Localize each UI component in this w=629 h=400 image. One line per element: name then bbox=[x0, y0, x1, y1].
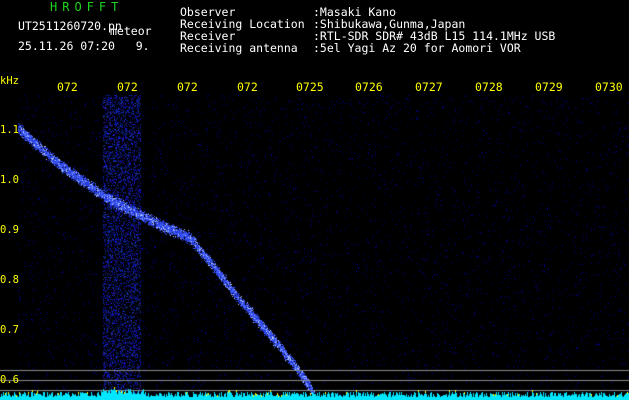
y-tick-label: 0.6 bbox=[0, 374, 19, 386]
spectrogram-canvas bbox=[0, 0, 629, 400]
x-tick-label: 0726 bbox=[355, 80, 383, 94]
y-tick-label: 0.8 bbox=[0, 274, 19, 286]
x-tick-label: 072 bbox=[57, 80, 78, 94]
y-tick-label: 0.9 bbox=[0, 224, 19, 236]
y-axis-unit: kHz bbox=[0, 75, 19, 87]
x-tick-label: 0729 bbox=[535, 80, 563, 94]
y-tick-label: 0.7 bbox=[0, 324, 19, 336]
date-time: 25.11.26 07:20 9. bbox=[18, 39, 150, 53]
info-labels: Observer Receiving Location Receiver Rec… bbox=[180, 5, 305, 55]
y-tick-label: 1.0 bbox=[0, 174, 19, 186]
x-tick-label: 0730 bbox=[595, 80, 623, 94]
x-tick-label: 072 bbox=[237, 80, 258, 94]
meteor-tag: meteor bbox=[110, 24, 152, 38]
file-name: UT2511260720.pn bbox=[18, 19, 122, 33]
x-tick-label: 0727 bbox=[415, 80, 443, 94]
info-values: :Masaki Kano :Shibukawa,Gunma,Japan :RTL… bbox=[313, 5, 556, 55]
app-title: HROFFT bbox=[50, 0, 124, 14]
x-tick-label: 072 bbox=[117, 80, 138, 94]
x-tick-label: 072 bbox=[177, 80, 198, 94]
x-tick-label: 0728 bbox=[475, 80, 503, 94]
x-tick-label: 0725 bbox=[296, 80, 324, 94]
y-tick-label: 1.1 bbox=[0, 124, 19, 136]
